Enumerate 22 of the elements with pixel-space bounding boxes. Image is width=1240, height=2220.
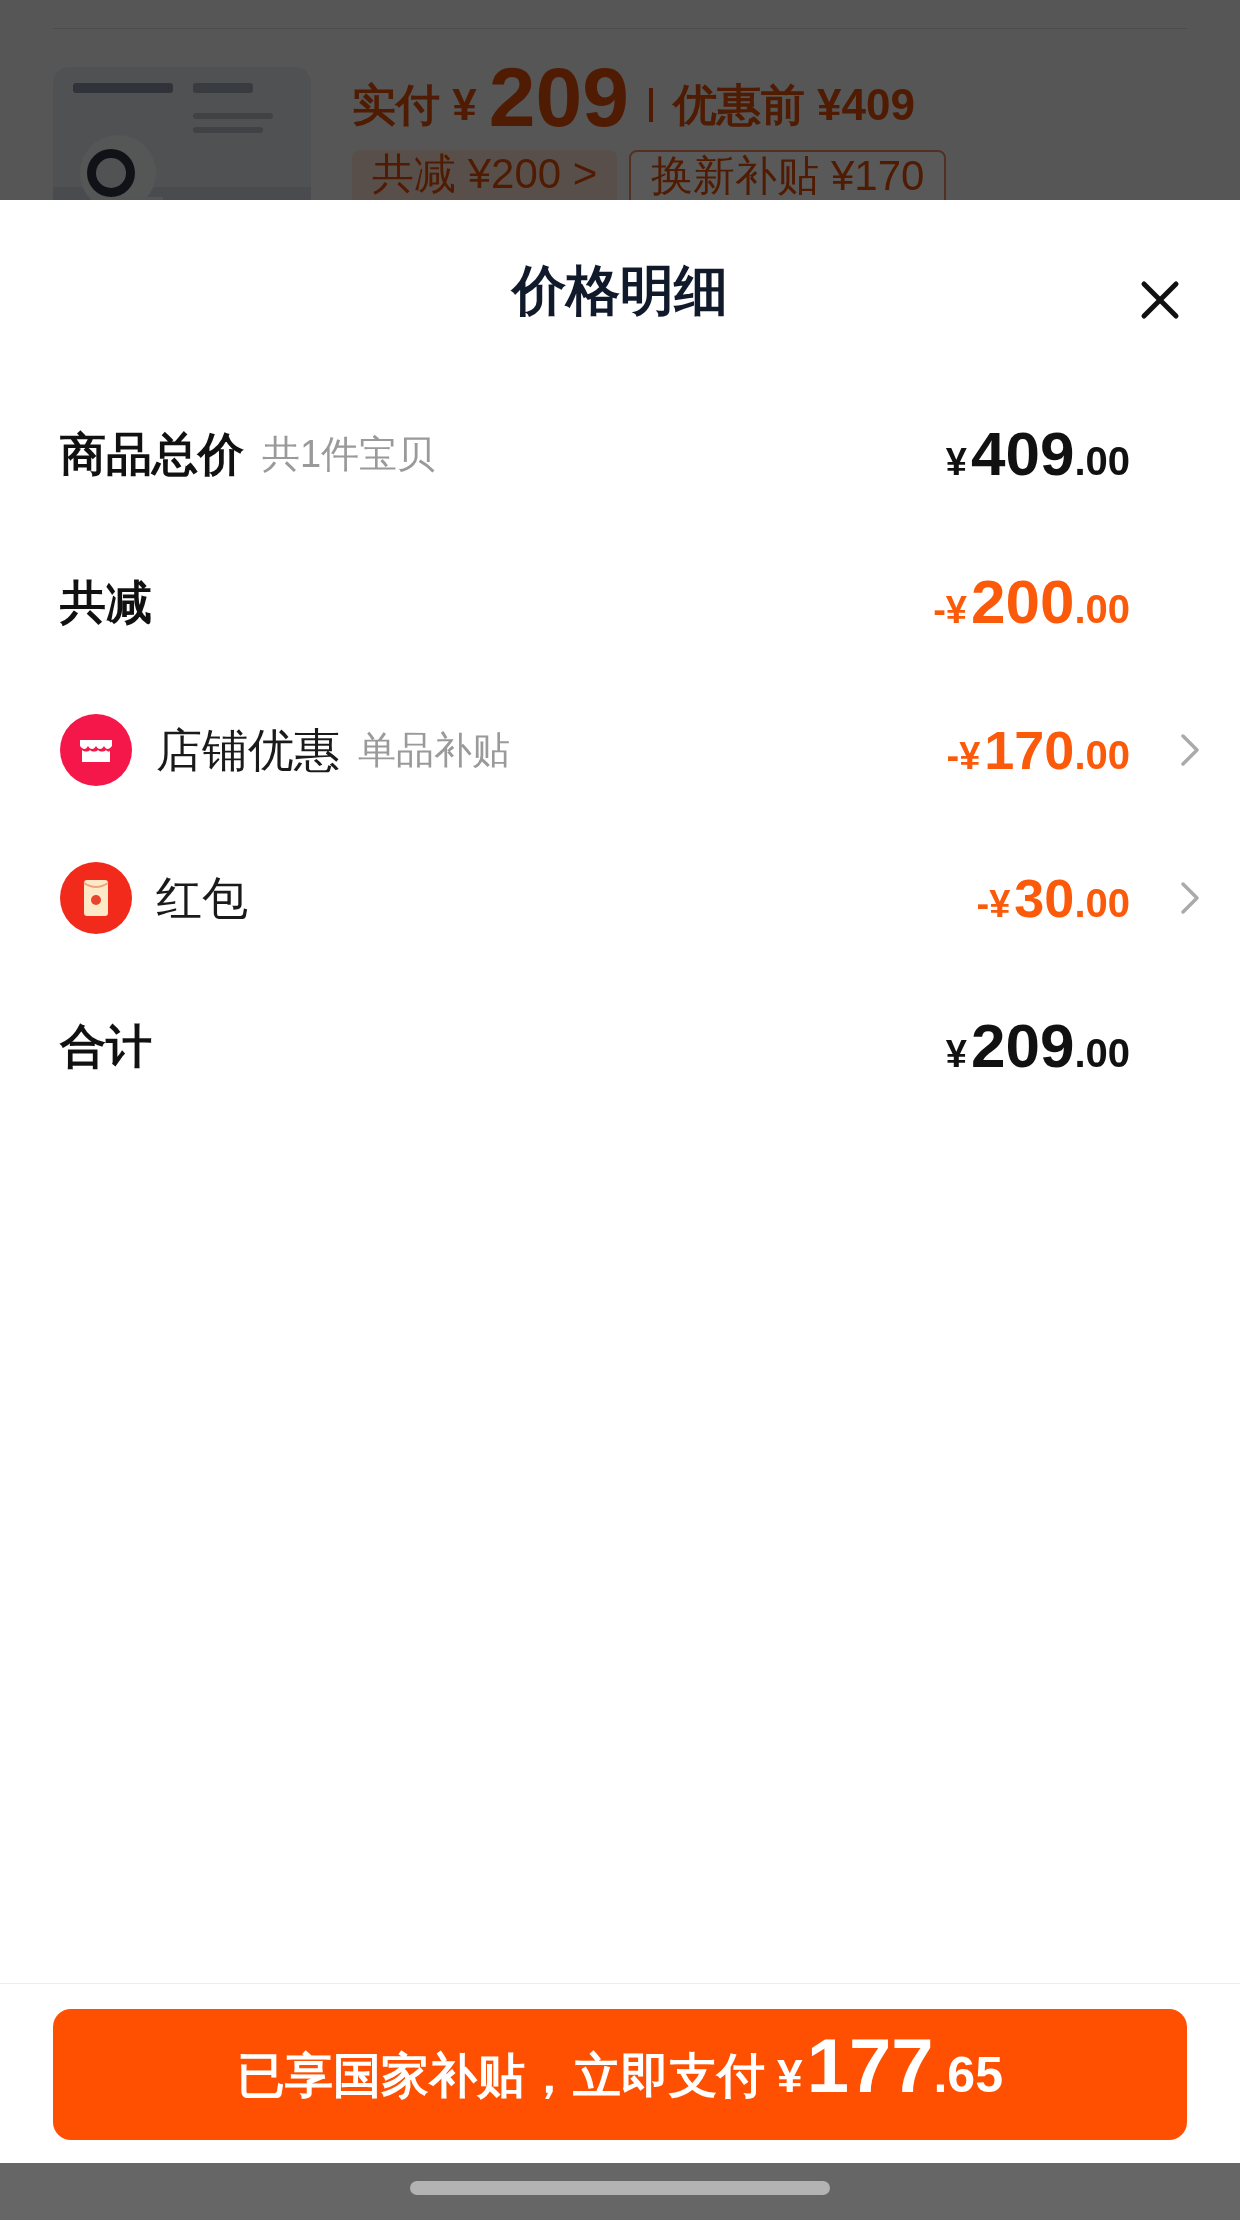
shop-icon — [60, 714, 132, 786]
price-text: 209 — [488, 55, 629, 139]
row-label: 共减 — [60, 574, 152, 630]
envelope-icon — [60, 862, 132, 934]
row-label: 店铺优惠 — [156, 722, 340, 778]
sheet-title: 价格明细 — [512, 258, 728, 322]
price-label: 实付 ¥ — [352, 83, 477, 127]
row-note: 单品补贴 — [358, 727, 510, 773]
chevron-right-icon[interactable] — [1180, 733, 1200, 767]
amount-text: ¥409.00 — [945, 423, 1130, 485]
chevron-right-icon[interactable] — [1180, 881, 1200, 915]
original-price: 优惠前 ¥409 — [672, 83, 915, 127]
close-icon[interactable] — [1140, 280, 1180, 320]
row-note: 共1件宝贝 — [262, 431, 436, 477]
amount-text: -¥30.00 — [976, 871, 1130, 925]
row-label: 红包 — [156, 870, 248, 926]
amount-text: -¥200.00 — [933, 571, 1130, 633]
amount-text: -¥170.00 — [946, 723, 1130, 777]
row-label: 商品总价 — [60, 426, 244, 482]
row-label: 合计 — [60, 1018, 152, 1074]
pay-button[interactable]: 已享国家补贴，立即支付 ¥177.65 — [53, 2009, 1187, 2140]
amount-text: ¥209.00 — [945, 1015, 1130, 1077]
